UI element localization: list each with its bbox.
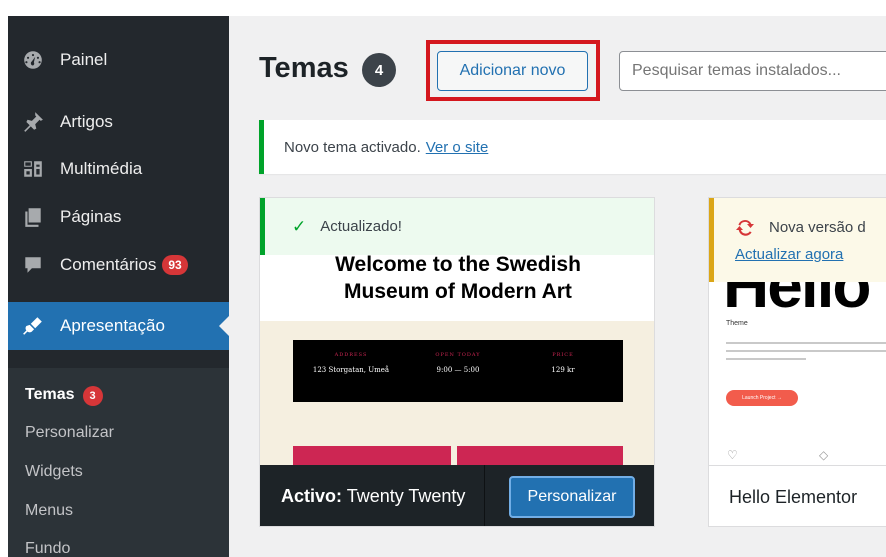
submenu-item-widgets[interactable]: Widgets bbox=[25, 463, 83, 481]
screenshot-theme-label: Theme bbox=[726, 320, 748, 327]
info-col-address: ADDRESS 123 Storgatan, Umeå bbox=[301, 352, 401, 374]
top-margin-right bbox=[229, 0, 886, 16]
submenu-item-temas[interactable]: Temas 3 bbox=[25, 386, 103, 406]
info-col-value: 9:00 — 5:00 bbox=[436, 366, 480, 374]
dashboard-icon bbox=[21, 48, 45, 72]
headline-line-2: Museum of Modern Art bbox=[344, 280, 572, 303]
sidebar-item-apresentacao[interactable]: Apresentação bbox=[8, 302, 229, 350]
footer-divider bbox=[484, 465, 485, 526]
refresh-icon bbox=[736, 219, 754, 236]
sidebar-item-label: Artigos bbox=[60, 112, 113, 131]
updated-notice-text: Actualizado! bbox=[320, 218, 402, 235]
submenu-item-fundo[interactable]: Fundo bbox=[25, 540, 70, 557]
theme-screenshot[interactable]: Hello Theme Launch Project → ♡ ◇ bbox=[709, 253, 886, 465]
sidebar-item-label: Painel bbox=[60, 50, 108, 69]
update-available-notice: Nova versão d Actualizar agora bbox=[709, 198, 886, 282]
submenu-item-label: Temas bbox=[25, 386, 75, 403]
theme-card-twenty-twenty[interactable]: ✓ Actualizado! Welcome to the Swedish Mu… bbox=[259, 197, 655, 527]
diamond-icon: ◇ bbox=[819, 448, 829, 462]
notice-text: Novo tema activado. bbox=[284, 138, 421, 156]
active-theme-name: Activo: Twenty Twenty bbox=[281, 486, 465, 507]
customize-theme-button[interactable]: Personalizar bbox=[509, 476, 635, 518]
sidebar-item-artigos[interactable]: Artigos bbox=[8, 102, 229, 142]
top-margin-left bbox=[0, 0, 229, 16]
theme-name: Hello Elementor bbox=[729, 487, 858, 507]
sidebar-item-paginas[interactable]: Páginas bbox=[8, 197, 229, 237]
theme-name: Twenty Twenty bbox=[346, 486, 466, 506]
checkmark-icon: ✓ bbox=[292, 216, 307, 236]
theme-card-footer: Activo: Twenty Twenty Personalizar bbox=[260, 465, 654, 526]
screenshot-text-line bbox=[726, 342, 886, 344]
theme-activated-notice: Novo tema activado. Ver o site bbox=[259, 120, 886, 174]
sidebar-item-label: Páginas bbox=[60, 207, 122, 226]
sidebar-item-label: Comentários bbox=[60, 255, 157, 274]
comments-count-badge: 93 bbox=[162, 255, 188, 275]
info-col-label: ADDRESS bbox=[334, 352, 368, 358]
screenshot-image-block bbox=[457, 446, 623, 465]
updated-notice: ✓ Actualizado! bbox=[260, 198, 654, 255]
add-new-theme-button[interactable]: Adicionar novo bbox=[437, 51, 588, 91]
submenu-item-personalizar[interactable]: Personalizar bbox=[25, 424, 114, 442]
info-col-value: 123 Storgatan, Umeå bbox=[312, 366, 390, 374]
active-indicator-arrow bbox=[219, 316, 229, 336]
search-themes-input[interactable] bbox=[619, 51, 886, 91]
sidebar-item-comentarios[interactable]: Comentários 93 bbox=[8, 245, 229, 285]
screenshot-launch-button: Launch Project → bbox=[726, 390, 798, 406]
appearance-icon bbox=[21, 314, 45, 338]
info-col-value: 129 kr bbox=[551, 366, 575, 374]
main-content: Temas 4 Adicionar novo Novo tema activad… bbox=[229, 16, 886, 557]
left-margin bbox=[0, 0, 8, 557]
info-col-price: PRICE 129 kr bbox=[513, 352, 613, 374]
update-available-text: Nova versão d bbox=[769, 218, 866, 236]
bulb-icon: ♡ bbox=[727, 448, 738, 462]
admin-sidebar: Painel Artigos Multimédia Páginas Coment… bbox=[8, 16, 229, 557]
theme-card-hello-elementor[interactable]: Nova versão d Actualizar agora Hello The… bbox=[708, 197, 886, 527]
media-icon bbox=[21, 157, 45, 181]
screenshot-text-line bbox=[726, 358, 806, 360]
theme-card-footer: Hello Elementor bbox=[709, 465, 886, 526]
sidebar-item-multimedia[interactable]: Multimédia bbox=[8, 149, 229, 189]
sidebar-item-label: Multimédia bbox=[60, 159, 143, 178]
sidebar-item-label: Apresentação bbox=[60, 316, 165, 335]
update-now-link[interactable]: Actualizar agora bbox=[735, 246, 843, 263]
info-col-label: OPEN TODAY bbox=[435, 352, 481, 358]
screenshot-headline: Welcome to the Swedish Museum of Modern … bbox=[260, 251, 654, 305]
update-available-line: Nova versão d bbox=[735, 217, 866, 237]
pages-icon bbox=[21, 205, 45, 229]
info-col-hours: OPEN TODAY 9:00 — 5:00 bbox=[408, 352, 508, 374]
view-site-link[interactable]: Ver o site bbox=[426, 139, 489, 156]
headline-line-1: Welcome to the Swedish bbox=[335, 253, 581, 276]
appearance-submenu: Temas 3 Personalizar Widgets Menus Fundo bbox=[8, 368, 229, 557]
page-title: Temas bbox=[259, 52, 349, 84]
theme-screenshot[interactable]: Welcome to the Swedish Museum of Modern … bbox=[260, 253, 654, 465]
screenshot-info-bar: ADDRESS 123 Storgatan, Umeå OPEN TODAY 9… bbox=[293, 340, 623, 402]
comments-icon bbox=[21, 253, 45, 277]
themes-update-badge: 3 bbox=[82, 386, 103, 406]
sidebar-item-painel[interactable]: Painel bbox=[8, 40, 229, 80]
screenshot-image-block bbox=[293, 446, 451, 465]
info-col-label: PRICE bbox=[552, 352, 574, 358]
submenu-item-menus[interactable]: Menus bbox=[25, 502, 73, 520]
screenshot-text-line bbox=[726, 350, 886, 352]
pin-icon bbox=[21, 110, 45, 134]
theme-count-badge: 4 bbox=[362, 53, 396, 87]
active-label: Activo: bbox=[281, 486, 343, 506]
